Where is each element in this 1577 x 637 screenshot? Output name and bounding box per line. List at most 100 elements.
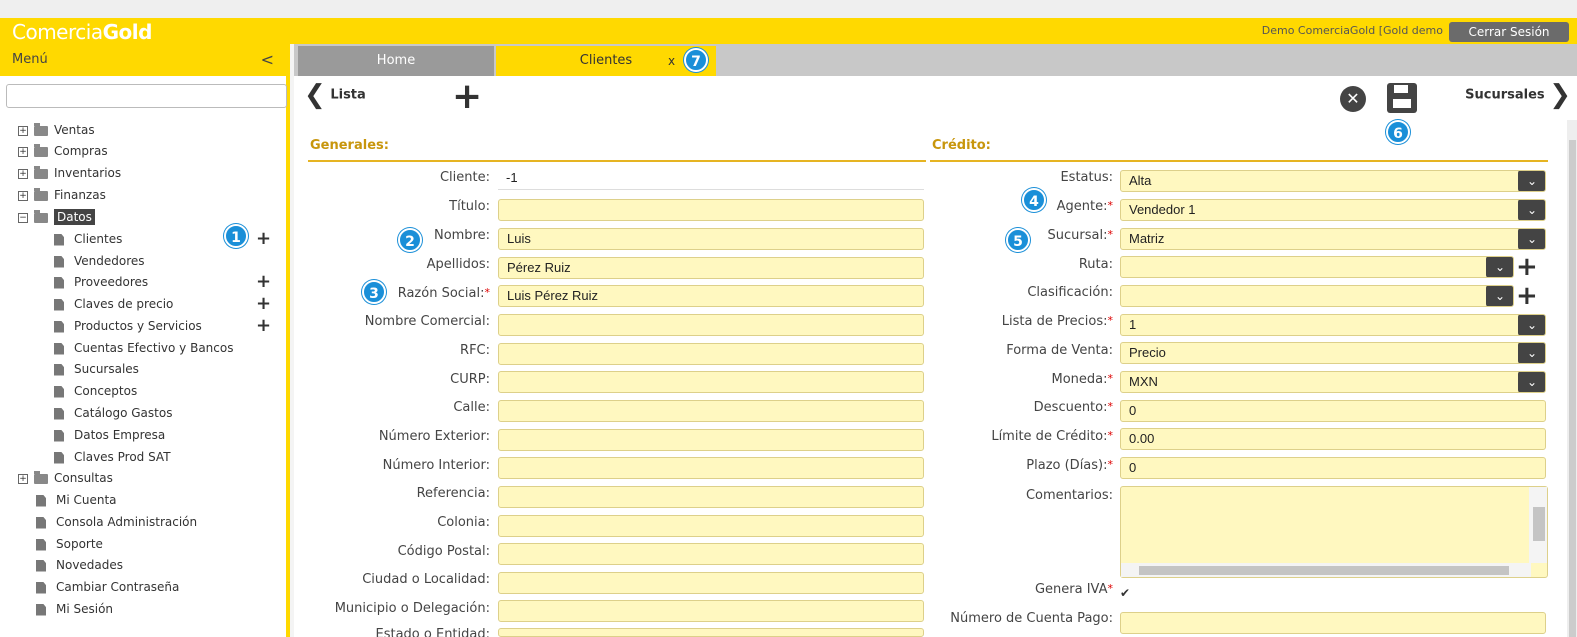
sidebar-item-datos-empresa[interactable]: Datos Empresa: [54, 425, 165, 445]
collapse-node-icon[interactable]: −: [18, 212, 28, 223]
save-icon[interactable]: [1387, 83, 1417, 113]
add-producto-icon[interactable]: +: [256, 317, 271, 335]
page-scrollbar[interactable]: [1567, 120, 1577, 637]
chevron-down-icon[interactable]: ⌄: [1486, 257, 1513, 277]
chevron-down-icon[interactable]: ⌄: [1518, 200, 1545, 220]
cancel-icon[interactable]: ✕: [1340, 86, 1366, 112]
estatus-select[interactable]: Alta ⌄: [1120, 170, 1546, 192]
scrollbar-thumb[interactable]: [1139, 566, 1509, 575]
estado-field[interactable]: [498, 628, 924, 637]
app-logo[interactable]: ComerciaGold: [12, 20, 152, 44]
sidebar-item-label: Novedades: [56, 558, 124, 572]
add-proveedor-icon[interactable]: +: [256, 273, 271, 291]
colonia-field[interactable]: [498, 515, 924, 537]
sidebar-item-clientes[interactable]: Clientes: [54, 229, 122, 249]
sidebar-item-sucursales[interactable]: Sucursales: [54, 359, 139, 379]
sidebar-item-soporte[interactable]: Soporte: [36, 534, 103, 554]
ruta-select[interactable]: ⌄: [1120, 256, 1514, 278]
numero-cuenta-pago-field[interactable]: [1120, 612, 1546, 634]
sidebar-item-finanzas[interactable]: + Finanzas: [18, 185, 106, 205]
sidebar-item-novedades[interactable]: Novedades: [36, 555, 123, 575]
expand-icon[interactable]: +: [18, 146, 28, 157]
add-ruta-icon[interactable]: +: [1516, 254, 1538, 280]
label-referencia: Referencia:: [416, 486, 490, 501]
tab-clientes[interactable]: Clientes: [496, 46, 716, 76]
genera-iva-checkbox[interactable]: ✔: [1120, 586, 1134, 600]
label-ciudad: Ciudad o Localidad:: [362, 572, 490, 587]
sidebar-item-label: Mi Sesión: [56, 602, 114, 616]
plazo-field[interactable]: 0: [1120, 457, 1546, 479]
numero-interior-field[interactable]: [498, 457, 924, 479]
numero-exterior-field[interactable]: [498, 429, 924, 451]
textarea-horizontal-scrollbar[interactable]: [1121, 563, 1531, 577]
sidebar-item-vendedores[interactable]: Vendedores: [54, 251, 145, 271]
sidebar-item-consultas[interactable]: + Consultas: [18, 468, 113, 488]
agente-select[interactable]: Vendedor 1 ⌄: [1120, 199, 1546, 221]
sidebar-item-claves-de-precio[interactable]: Claves de precio: [54, 294, 173, 314]
sidebar-item-ventas[interactable]: + Ventas: [18, 120, 95, 140]
expand-icon[interactable]: +: [18, 125, 28, 136]
nombre-comercial-field[interactable]: [498, 314, 924, 336]
chevron-down-icon[interactable]: ⌄: [1518, 343, 1545, 363]
descuento-field[interactable]: 0: [1120, 400, 1546, 422]
add-clasificacion-icon[interactable]: +: [1516, 283, 1538, 309]
sidebar-item-compras[interactable]: + Compras: [18, 141, 108, 161]
expand-icon[interactable]: +: [18, 168, 28, 179]
sidebar-item-consola-administracion[interactable]: Consola Administración: [36, 512, 197, 532]
chevron-down-icon[interactable]: ⌄: [1518, 171, 1545, 191]
tab-close-icon[interactable]: x: [668, 46, 675, 76]
add-cliente-icon[interactable]: +: [256, 230, 271, 248]
sidebar-item-cambiar-contrasena[interactable]: Cambiar Contraseña: [36, 577, 179, 597]
expand-icon[interactable]: +: [18, 190, 28, 201]
back-to-list-button[interactable]: ❮ Lista: [304, 82, 366, 108]
chevron-down-icon[interactable]: ⌄: [1518, 372, 1545, 392]
referencia-field[interactable]: [498, 486, 924, 508]
collapse-icon[interactable]: <: [261, 50, 274, 69]
calle-field[interactable]: [498, 400, 924, 422]
sidebar-item-mi-sesion[interactable]: Mi Sesión: [36, 599, 113, 619]
chevron-down-icon[interactable]: ⌄: [1518, 315, 1545, 335]
rfc-field[interactable]: [498, 343, 924, 365]
sidebar-item-productos-servicios[interactable]: Productos y Servicios: [54, 316, 202, 336]
textarea-vertical-scrollbar[interactable]: [1529, 487, 1547, 563]
sidebar-item-catalogo-gastos[interactable]: Catálogo Gastos: [54, 403, 172, 423]
sidebar-item-conceptos[interactable]: Conceptos: [54, 381, 137, 401]
sidebar-item-inventarios[interactable]: + Inventarios: [18, 163, 121, 183]
next-sucursales-button[interactable]: Sucursales ❯: [1465, 82, 1571, 108]
sucursal-select[interactable]: Matriz ⌄: [1120, 228, 1546, 250]
nombre-field[interactable]: Luis: [498, 228, 924, 250]
add-clave-precio-icon[interactable]: +: [256, 295, 271, 313]
user-label: Demo ComerciaGold [Gold demo: [1261, 24, 1443, 37]
sidebar-item-cuentas-efectivo-bancos[interactable]: Cuentas Efectivo y Bancos: [54, 338, 233, 358]
scrollbar-thumb[interactable]: [1569, 140, 1576, 637]
logout-button[interactable]: Cerrar Sesión: [1449, 22, 1569, 42]
apellidos-field[interactable]: Pérez Ruiz: [498, 257, 924, 279]
forma-venta-select[interactable]: Precio ⌄: [1120, 342, 1546, 364]
chevron-down-icon[interactable]: ⌄: [1518, 229, 1545, 249]
sidebar-item-datos[interactable]: − Datos: [18, 207, 95, 227]
label-numero-cuenta-pago: Número de Cuenta Pago:: [950, 611, 1113, 626]
document-icon: [36, 559, 46, 572]
scrollbar-thumb[interactable]: [1533, 507, 1545, 541]
moneda-select[interactable]: MXN ⌄: [1120, 371, 1546, 393]
cliente-field[interactable]: -1: [498, 168, 924, 190]
clasificacion-select[interactable]: ⌄: [1120, 285, 1514, 307]
comentarios-textarea[interactable]: [1120, 486, 1548, 578]
titulo-field[interactable]: [498, 199, 924, 221]
razon-social-field[interactable]: Luis Pérez Ruiz: [498, 285, 924, 307]
section-divider: [308, 160, 926, 162]
add-new-icon[interactable]: +: [452, 79, 482, 115]
sidebar-item-mi-cuenta[interactable]: Mi Cuenta: [36, 490, 117, 510]
sidebar-search-input[interactable]: [6, 84, 287, 108]
chevron-down-icon[interactable]: ⌄: [1486, 286, 1513, 306]
expand-icon[interactable]: +: [18, 473, 28, 484]
sidebar-item-proveedores[interactable]: Proveedores: [54, 272, 148, 292]
sidebar-item-claves-prod-sat[interactable]: Claves Prod SAT: [54, 447, 171, 467]
codigo-postal-field[interactable]: [498, 543, 924, 565]
ciudad-field[interactable]: [498, 572, 924, 594]
tab-home[interactable]: Home: [298, 46, 494, 76]
curp-field[interactable]: [498, 371, 924, 393]
municipio-field[interactable]: [498, 600, 924, 622]
lista-precios-select[interactable]: 1 ⌄: [1120, 314, 1546, 336]
limite-credito-field[interactable]: 0.00: [1120, 428, 1546, 450]
